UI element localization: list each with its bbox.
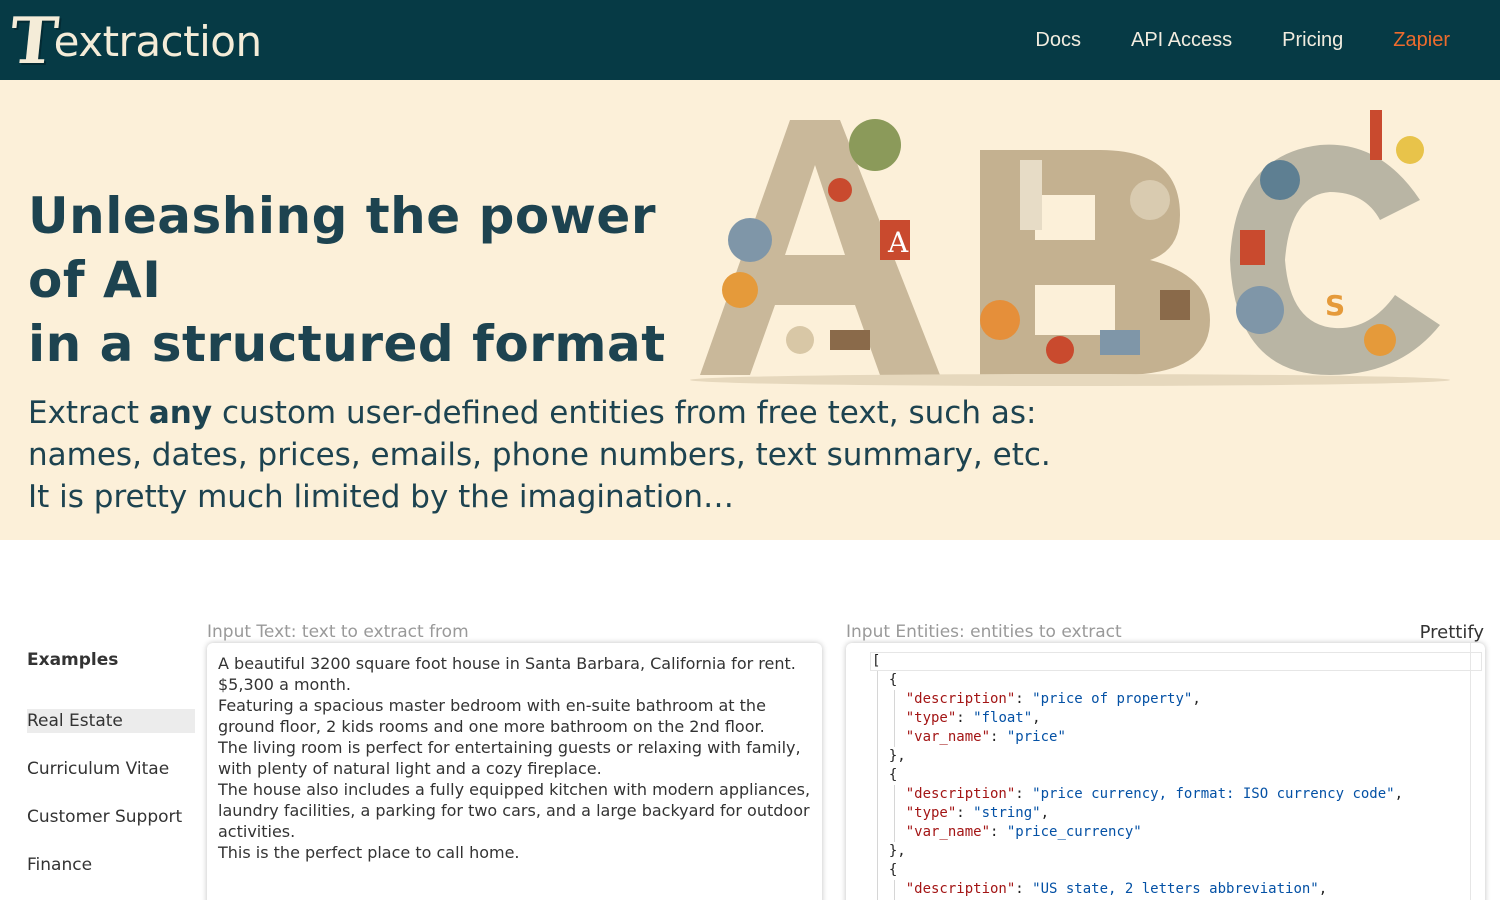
- svg-text:A: A: [887, 226, 909, 259]
- hero-sub-bold: any: [148, 395, 213, 431]
- letter-c-art: S: [1230, 110, 1440, 375]
- hero-sub-line2: names, dates, prices, emails, phone numb…: [28, 437, 1051, 473]
- example-finance[interactable]: Finance: [27, 853, 195, 877]
- example-curriculum-vitae[interactable]: Curriculum Vitae: [27, 757, 195, 781]
- top-navbar: T extraction Docs API Access Pricing Zap…: [0, 0, 1500, 80]
- letter-a-art: A: [700, 119, 940, 375]
- prettify-button[interactable]: Prettify: [1420, 622, 1484, 643]
- hero-sub-pre: Extract: [28, 395, 149, 431]
- hero-sub-post: custom user-defined entities from free t…: [212, 395, 1037, 431]
- json-value: "price": [1006, 729, 1066, 745]
- nav-docs[interactable]: Docs: [1035, 29, 1081, 52]
- json-value: "price_currency": [1006, 824, 1142, 840]
- letter-b-art: [980, 150, 1210, 375]
- logo-text: extraction: [53, 17, 262, 66]
- json-value: "price of property": [1032, 691, 1193, 707]
- entities-code: [ { "description": "price of property", …: [872, 653, 1404, 897]
- json-value: "US state, 2 letters abbreviation": [1032, 881, 1319, 897]
- input-entities-label: Input Entities: entities to extract: [846, 622, 1122, 642]
- input-text-label: Input Text: text to extract from: [207, 622, 469, 642]
- input-text-line: The living room is perfect for entertain…: [218, 738, 801, 778]
- example-customer-support[interactable]: Customer Support: [27, 805, 195, 829]
- json-key: "var_name": [905, 824, 991, 840]
- json-key: "var_name": [905, 729, 991, 745]
- abc-illustration: A S: [690, 110, 1450, 386]
- example-real-estate[interactable]: Real Estate: [27, 709, 195, 733]
- input-text-line: A beautiful 3200 square foot house in Sa…: [218, 654, 796, 694]
- nav-api-access[interactable]: API Access: [1131, 29, 1232, 52]
- input-text-area[interactable]: A beautiful 3200 square foot house in Sa…: [207, 643, 822, 900]
- input-text-line: Featuring a spacious master bedroom with…: [218, 696, 766, 736]
- nav-zapier[interactable]: Zapier: [1393, 29, 1450, 52]
- json-key: "description": [905, 881, 1016, 897]
- hero-banner: Unleashing the power of AI in a structur…: [0, 80, 1500, 540]
- hero-subtitle: Extract any custom user-defined entities…: [28, 392, 1088, 518]
- nav-pricing[interactable]: Pricing: [1282, 29, 1343, 52]
- hero-title-line2: in a structured format: [28, 315, 666, 373]
- json-key: "description": [905, 786, 1016, 802]
- hero-title-line1: Unleashing the power of AI: [28, 187, 656, 309]
- json-value: "float": [973, 710, 1033, 726]
- examples-title: Examples: [27, 650, 119, 670]
- svg-text:S: S: [1325, 289, 1345, 322]
- hero-title: Unleashing the power of AI in a structur…: [28, 184, 728, 376]
- logo-initial: T: [6, 4, 62, 79]
- editor-ruler: [1470, 643, 1471, 900]
- input-text-line: The house also includes a fully equipped…: [218, 780, 811, 841]
- logo[interactable]: T extraction: [6, 4, 262, 79]
- json-value: "price currency, format: ISO currency co…: [1032, 786, 1395, 802]
- json-value: "string": [973, 805, 1041, 821]
- input-text-line: This is the perfect place to call home.: [218, 843, 520, 862]
- json-key: "description": [905, 691, 1016, 707]
- main-nav: Docs API Access Pricing Zapier: [1035, 0, 1450, 80]
- json-key: "type": [905, 710, 957, 726]
- json-key: "type": [905, 805, 957, 821]
- hero-sub-line1: Extract any custom user-defined entities…: [28, 392, 1088, 434]
- hero-sub-line3: It is pretty much limited by the imagina…: [28, 479, 735, 515]
- entities-code-editor[interactable]: [ { "description": "price of property", …: [846, 643, 1485, 900]
